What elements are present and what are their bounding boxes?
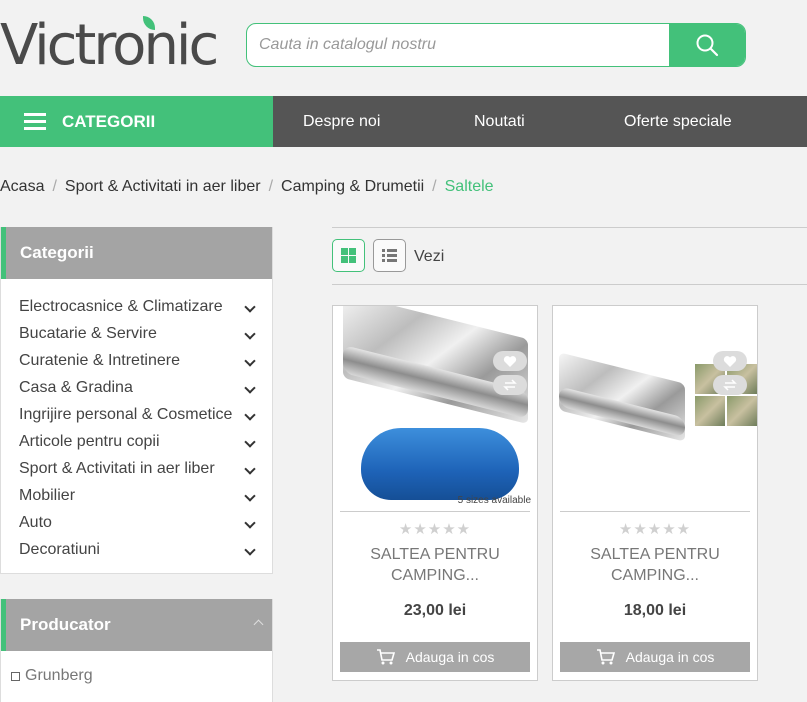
category-item[interactable]: Curatenie & Intretinere <box>19 347 272 374</box>
product-card[interactable]: 5 sizes available ★★★★★ SALTEA PENTRU CA… <box>332 305 538 681</box>
heart-icon <box>503 355 517 367</box>
categories-menu-button[interactable]: CATEGORII <box>0 96 273 147</box>
category-item[interactable]: Ingrijire personal & Cosmetice <box>19 401 272 428</box>
rating-stars: ★★★★★ <box>398 521 472 538</box>
search-input[interactable] <box>247 24 671 66</box>
add-to-cart-button[interactable]: Adauga in cos <box>340 642 530 672</box>
list-icon <box>382 249 397 262</box>
category-label: Bucatarie & Servire <box>19 325 157 342</box>
category-label: Curatenie & Intretinere <box>19 352 180 369</box>
product-name[interactable]: SALTEA PENTRU CAMPING... <box>553 544 757 586</box>
menu-list-icon <box>24 113 46 130</box>
category-label: Casa & Gradina <box>19 379 133 396</box>
compare-button[interactable] <box>493 375 527 395</box>
breadcrumb: Acasa / Sport & Activitati in aer liber / Ca… <box>0 178 494 195</box>
category-item[interactable]: Casa & Gradina <box>19 374 272 401</box>
divider <box>560 511 750 512</box>
chevron-down-icon[interactable] <box>244 517 256 529</box>
category-item[interactable]: Bucatarie & Servire <box>19 320 272 347</box>
logo-text: Victronic <box>0 13 219 78</box>
category-item[interactable]: Electrocasnice & Climatizare <box>19 293 272 320</box>
breadcrumb-camping[interactable]: Camping & Drumetii <box>281 178 424 195</box>
producer-label: Grunberg <box>25 667 93 684</box>
divider <box>340 511 530 512</box>
category-item[interactable]: Sport & Activitati in aer liber <box>19 455 272 482</box>
search-button[interactable] <box>669 24 745 66</box>
nav-link-about[interactable]: Despre noi <box>303 96 380 147</box>
heart-icon <box>723 355 737 367</box>
thumbnail-collage-image-part <box>695 364 757 426</box>
category-label: Auto <box>19 514 52 531</box>
producer-title-text: Producator <box>20 615 111 634</box>
breadcrumb-current: Saltele <box>444 178 494 195</box>
chevron-down-icon[interactable] <box>244 436 256 448</box>
nav-link-offers[interactable]: Oferte speciale <box>624 96 732 147</box>
search-icon <box>696 34 719 57</box>
category-label: Articole pentru copii <box>19 433 160 450</box>
compare-arrows-icon <box>723 379 737 391</box>
grid-icon <box>341 248 356 263</box>
add-to-cart-label: Adauga in cos <box>405 649 495 665</box>
category-label: Decoratiuni <box>19 541 100 558</box>
listing-toolbar: Vezi <box>332 227 807 285</box>
rating-stars: ★★★★★ <box>618 521 692 538</box>
chevron-down-icon[interactable] <box>244 328 256 340</box>
chevron-down-icon[interactable] <box>244 544 256 556</box>
cart-icon <box>596 649 615 665</box>
sizes-available-label: 5 sizes available <box>457 495 531 506</box>
view-label: Vezi <box>414 248 445 265</box>
chevron-down-icon[interactable] <box>244 301 256 313</box>
breadcrumb-sport[interactable]: Sport & Activitati in aer liber <box>65 178 261 195</box>
category-label: Ingrijire personal & Cosmetice <box>19 406 233 423</box>
producer-panel-title[interactable]: Producator <box>1 599 272 651</box>
categories-panel-title: Categorii <box>1 227 272 279</box>
compare-arrows-icon <box>503 379 517 391</box>
breadcrumb-home[interactable]: Acasa <box>0 178 44 195</box>
categories-panel: Categorii Electrocasnice & Climatizare B… <box>0 227 273 574</box>
chevron-down-icon[interactable] <box>244 355 256 367</box>
producer-filter-item[interactable]: Grunberg <box>1 651 272 685</box>
wishlist-button[interactable] <box>493 351 527 371</box>
add-to-cart-label: Adauga in cos <box>625 649 715 665</box>
category-item[interactable]: Articole pentru copii <box>19 428 272 455</box>
site-logo[interactable]: Victronic <box>0 10 219 80</box>
nav-link-news[interactable]: Noutati <box>474 96 525 147</box>
chevron-down-icon[interactable] <box>244 409 256 421</box>
category-item[interactable]: Mobilier <box>19 482 272 509</box>
category-label: Electrocasnice & Climatizare <box>19 298 223 315</box>
chevron-up-icon[interactable] <box>253 619 264 630</box>
chevron-down-icon[interactable] <box>244 382 256 394</box>
category-label: Mobilier <box>19 487 76 504</box>
main-nav: CATEGORII Despre noi Noutati Oferte spec… <box>0 96 807 147</box>
wishlist-button[interactable] <box>713 351 747 371</box>
chevron-down-icon[interactable] <box>244 490 256 502</box>
checkbox[interactable] <box>11 671 20 681</box>
product-image[interactable] <box>553 306 757 511</box>
category-item[interactable]: Auto <box>19 509 272 536</box>
search-bar <box>246 23 746 67</box>
cart-icon <box>376 649 395 665</box>
product-card[interactable]: ★★★★★ SALTEA PENTRU CAMPING... 18,00 lei… <box>552 305 758 681</box>
chevron-down-icon[interactable] <box>244 463 256 475</box>
add-to-cart-button[interactable]: Adauga in cos <box>560 642 750 672</box>
product-price: 18,00 lei <box>623 602 687 619</box>
category-list: Electrocasnice & Climatizare Bucatarie &… <box>1 279 272 575</box>
carry-bag-image-part <box>361 428 519 500</box>
product-name[interactable]: SALTEA PENTRU CAMPING... <box>333 544 537 586</box>
product-image[interactable]: 5 sizes available <box>333 306 537 511</box>
producer-panel: Producator Grunberg <box>0 599 273 702</box>
category-label: Sport & Activitati in aer liber <box>19 460 215 477</box>
compare-button[interactable] <box>713 375 747 395</box>
list-view-button[interactable] <box>373 239 406 272</box>
product-price: 23,00 lei <box>403 602 467 619</box>
category-item[interactable]: Decoratiuni <box>19 536 272 563</box>
categories-menu-label: CATEGORII <box>62 111 156 131</box>
grid-view-button[interactable] <box>332 239 365 272</box>
